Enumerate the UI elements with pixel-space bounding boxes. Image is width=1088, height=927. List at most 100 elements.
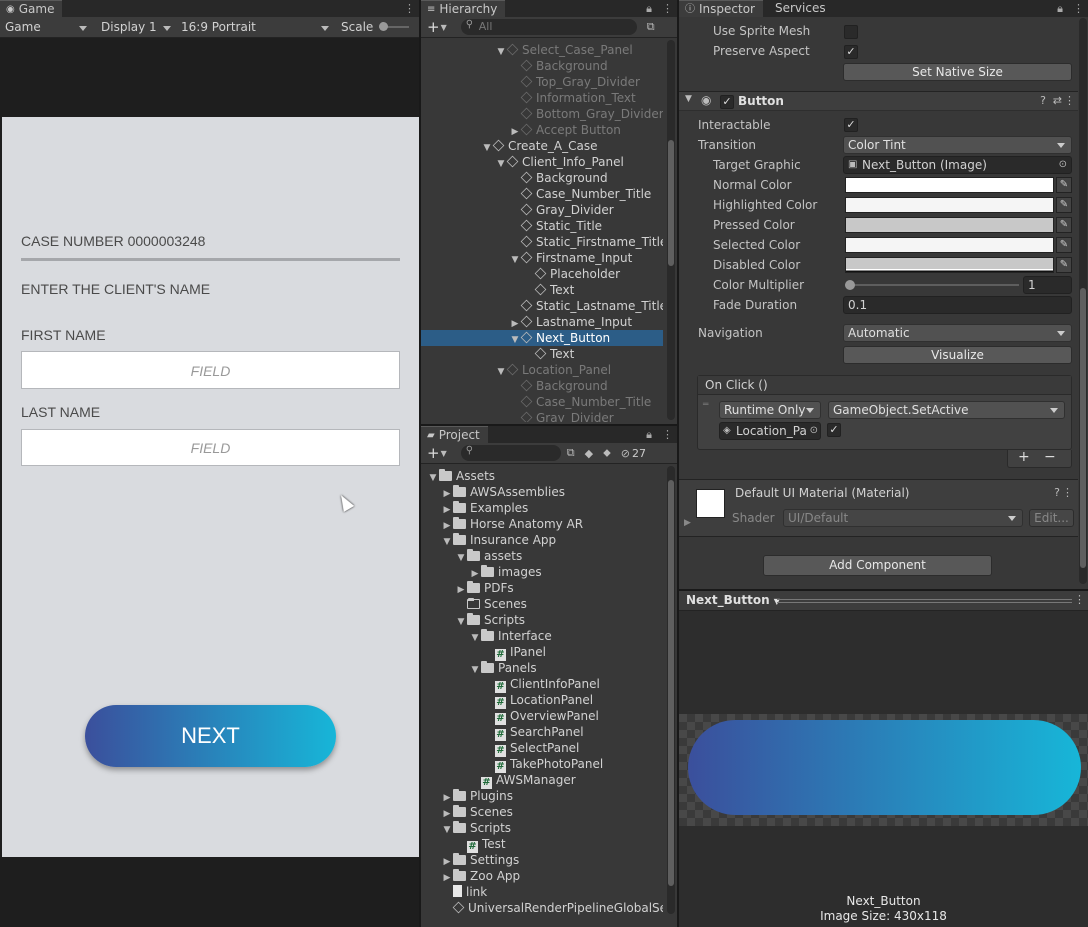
fade-duration-field[interactable]: 0.1 [843,296,1072,314]
game-mode-dropdown[interactable]: Game [0,18,92,37]
project-row[interactable]: ▼ assets [421,548,663,564]
foldout-arrow-icon[interactable]: ▶ [684,518,691,528]
project-row[interactable]: ▶ Settings [421,852,663,868]
next-button[interactable]: NEXT [85,705,336,767]
project-row[interactable]: ▼ Interface [421,628,663,644]
project-row[interactable]: ▼ Scripts [421,612,663,628]
project-row[interactable]: # Test [421,836,663,853]
more-menu-icon[interactable]: ⋮ [1062,486,1073,499]
project-row[interactable]: UniversalRenderPipelineGlobalSet [421,900,663,916]
help-icon[interactable]: ? [1054,486,1060,499]
project-row[interactable]: ▶ Plugins [421,788,663,804]
project-scrollbar[interactable] [667,466,675,914]
hierarchy-row[interactable]: ▼ Create_A_Case [421,138,663,154]
search-by-type-icon[interactable]: ⧉ [567,446,575,460]
more-menu-icon[interactable]: ⋮ [1073,2,1084,15]
preserve-aspect-checkbox[interactable]: ✓ [844,45,858,59]
display-dropdown[interactable]: Display 1 [96,18,176,37]
runtime-dropdown[interactable]: Runtime Only [719,401,821,419]
project-row[interactable]: ▶ PDFs [421,580,663,596]
hierarchy-row[interactable]: Bottom_Gray_Divider [421,106,663,122]
target-graphic-field[interactable]: ▣ Next_Button (Image) ⊙ [843,156,1072,174]
tab-services[interactable]: Services [769,0,834,17]
interactable-checkbox[interactable]: ✓ [844,118,858,132]
eyedropper-icon[interactable]: ✎ [1056,257,1072,273]
lock-icon[interactable]: 🔒︎ [646,2,652,16]
more-menu-icon[interactable]: ⋮ [1064,94,1075,107]
hierarchy-row[interactable]: Text [421,346,663,362]
button-component-header[interactable]: ▼ ◉ ✓ Button ? ⇄ ⋮ [679,91,1078,111]
set-active-checkbox[interactable]: ✓ [827,423,841,437]
foldout-arrow-icon[interactable]: ▼ [685,94,692,104]
hierarchy-row[interactable]: Static_Firstname_Title [421,234,663,250]
set-native-size-button[interactable]: Set Native Size [843,63,1072,81]
hierarchy-row[interactable]: Top_Gray_Divider [421,74,663,90]
object-picker-icon[interactable]: ⊙ [1059,157,1067,173]
color-multiplier-field[interactable]: 1 [1023,276,1072,294]
hierarchy-row[interactable]: ▼ Select_Case_Panel [421,42,663,58]
hierarchy-row[interactable]: Gray_Divider [421,410,663,422]
color-multiplier-slider[interactable] [845,278,1019,292]
add-component-button[interactable]: Add Component [763,555,992,576]
hierarchy-row[interactable]: Static_Title [421,218,663,234]
disabled-color-swatch[interactable] [845,257,1054,273]
more-menu-icon[interactable]: ⋮ [404,2,415,15]
project-row[interactable]: ▼ Insurance App [421,532,663,548]
hierarchy-row[interactable]: ▶ Accept Button [421,122,663,138]
normal-color-swatch[interactable] [845,177,1054,193]
hierarchy-row[interactable]: Placeholder [421,266,663,282]
more-menu-icon[interactable]: ⋮ [1074,593,1085,606]
hierarchy-row[interactable]: Background [421,378,663,394]
drag-handle-icon[interactable]: ═ [703,400,708,410]
eyedropper-icon[interactable]: ✎ [1056,197,1072,213]
hidden-packages-icon[interactable]: ⊘ [621,447,630,460]
preview-drag-bar[interactable] [777,599,1072,603]
navigation-dropdown[interactable]: Automatic [843,324,1072,342]
pressed-color-swatch[interactable] [845,217,1054,233]
project-row[interactable]: ▶ Scenes [421,804,663,820]
transition-dropdown[interactable]: Color Tint [843,136,1072,154]
presets-icon[interactable]: ⇄ [1053,94,1062,107]
project-row[interactable]: # TakePhotoPanel [421,756,663,773]
button-enabled-checkbox[interactable]: ✓ [720,95,734,109]
project-row[interactable]: # IPanel [421,644,663,661]
hierarchy-row[interactable]: ▼ Next_Button [421,330,663,346]
hierarchy-row[interactable]: Case_Number_Title [421,394,663,410]
project-row[interactable]: ▶ Horse Anatomy AR [421,516,663,532]
hierarchy-row[interactable]: ▼ Client_Info_Panel [421,154,663,170]
hierarchy-row[interactable]: Information_Text [421,90,663,106]
hierarchy-search-field[interactable]: ⚲ All [460,19,637,35]
add-listener-icon[interactable]: + [1018,449,1030,465]
lock-icon[interactable]: 🔒︎ [1057,2,1063,16]
tab-game[interactable]: ◉ Game [0,0,63,17]
aspect-dropdown[interactable]: 16:9 Portrait [176,18,334,37]
visualize-button[interactable]: Visualize [843,346,1072,364]
scene-search-icon[interactable]: ⧉ [647,20,655,34]
hierarchy-row[interactable]: Background [421,58,663,74]
tab-hierarchy[interactable]: ≡ Hierarchy [421,0,506,17]
eyedropper-icon[interactable]: ✎ [1056,237,1072,253]
preview-object-dropdown[interactable]: Next_Button ▼ [686,593,780,607]
hierarchy-row[interactable]: Text [421,282,663,298]
remove-listener-icon[interactable]: − [1044,449,1056,465]
method-dropdown[interactable]: GameObject.SetActive [828,401,1065,419]
project-row[interactable]: # AWSManager [421,772,663,789]
selected-color-swatch[interactable] [845,237,1054,253]
project-row[interactable]: ▼ Panels [421,660,663,676]
project-search-field[interactable]: ⚲ [460,445,561,461]
project-row[interactable]: # LocationPanel [421,692,663,709]
more-menu-icon[interactable]: ⋮ [662,2,673,15]
filter-by-label-icon[interactable]: ◆ [585,447,593,460]
event-target-field[interactable]: ◈ Location_Pa ⊙ [719,422,821,440]
hierarchy-row[interactable]: Gray_Divider [421,202,663,218]
add-icon[interactable]: + [427,18,440,36]
project-row[interactable]: # OverviewPanel [421,708,663,725]
hierarchy-row[interactable]: Case_Number_Title [421,186,663,202]
project-row[interactable]: ▼ Assets [421,468,663,484]
project-row[interactable]: Scenes [421,596,663,612]
inspector-scrollbar[interactable] [1079,18,1087,584]
project-row[interactable]: ▶ Zoo App [421,868,663,884]
project-row[interactable]: # SelectPanel [421,740,663,757]
shader-dropdown[interactable]: UI/Default [783,509,1023,527]
project-row[interactable]: link [421,884,663,900]
